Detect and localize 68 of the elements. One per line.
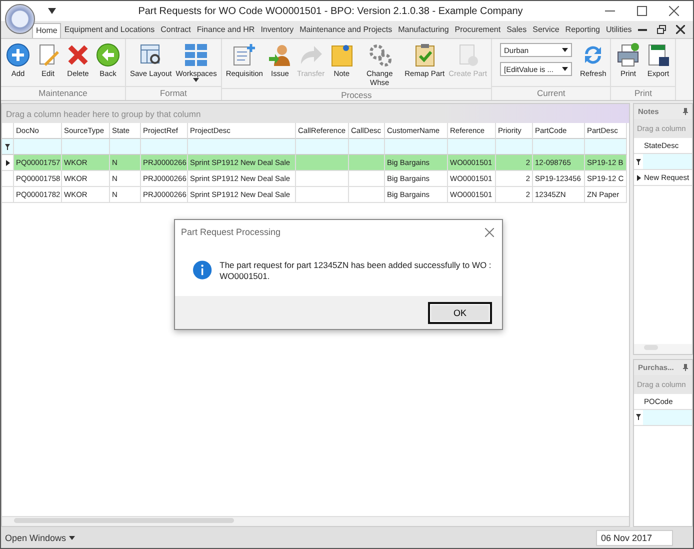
info-icon bbox=[193, 259, 212, 281]
ok-button[interactable]: OK bbox=[428, 302, 492, 324]
filter-cell[interactable] bbox=[141, 139, 188, 155]
plus-icon bbox=[5, 42, 31, 68]
restore-icon[interactable] bbox=[657, 25, 666, 34]
ribbon-tab[interactable]: Reporting bbox=[562, 23, 603, 38]
filter-cell[interactable] bbox=[349, 139, 385, 155]
ribbon-tab[interactable]: Utilities bbox=[602, 23, 635, 38]
filter-cell[interactable] bbox=[110, 139, 141, 155]
group-label: Print bbox=[611, 86, 676, 100]
close-icon[interactable] bbox=[485, 228, 494, 236]
filter-cell[interactable] bbox=[496, 139, 533, 155]
group-label: Maintenance bbox=[1, 86, 125, 100]
pin-icon[interactable] bbox=[683, 108, 688, 115]
filter-cell[interactable] bbox=[448, 139, 496, 155]
pin-icon[interactable] bbox=[683, 364, 688, 371]
current-row-icon bbox=[6, 160, 10, 166]
filter-cell[interactable] bbox=[296, 139, 349, 155]
workspaces-icon bbox=[183, 42, 210, 68]
dropdown-caret-icon[interactable] bbox=[48, 8, 56, 14]
filter-icon bbox=[5, 144, 10, 150]
ribbon-tab[interactable]: Inventory bbox=[258, 23, 297, 38]
window-title: Part Requests for WO Code WO0001501 - BPO: Version 2.1.0.38 - Example Company bbox=[137, 6, 524, 16]
caret-icon bbox=[562, 67, 568, 71]
group-label: Format bbox=[126, 86, 221, 100]
note-icon bbox=[328, 42, 355, 68]
table-cell bbox=[349, 187, 385, 203]
row-indicator[interactable] bbox=[2, 155, 14, 171]
dialog-title: Part Request Processing bbox=[181, 227, 281, 237]
back-icon bbox=[95, 42, 121, 68]
close-icon[interactable] bbox=[676, 25, 685, 34]
date-field[interactable]: 06 Nov 2017 bbox=[596, 530, 673, 546]
horizontal-scrollbar[interactable] bbox=[2, 516, 629, 526]
caret-icon bbox=[69, 536, 76, 540]
ribbon-tab[interactable]: Service bbox=[530, 23, 562, 38]
ribbon-tab[interactable]: Maintenance and Projects bbox=[296, 23, 396, 38]
print-icon bbox=[615, 42, 642, 68]
table-cell bbox=[349, 171, 385, 187]
table-cell bbox=[296, 187, 349, 203]
filter-icon bbox=[636, 414, 641, 420]
filter-cell[interactable] bbox=[643, 410, 692, 425]
filter-cell[interactable] bbox=[14, 139, 62, 155]
table-cell bbox=[296, 171, 349, 187]
filter-cell[interactable] bbox=[533, 139, 585, 155]
open-windows-menu[interactable]: Open Windows bbox=[5, 532, 76, 542]
filter-cell[interactable] bbox=[385, 139, 448, 155]
filter-cell[interactable] bbox=[585, 139, 627, 155]
ribbon-tab[interactable]: Home bbox=[32, 23, 62, 38]
ribbon-tab[interactable]: Procurement bbox=[452, 23, 504, 38]
ribbon-tab[interactable]: Equipment and Locations bbox=[61, 23, 158, 38]
filter-icon bbox=[636, 158, 641, 164]
dialog-message: The part request for part 12345ZN has been added successfully to WO : WO0001501. bbox=[220, 259, 492, 282]
table-cell bbox=[349, 155, 385, 171]
ribbon-tab[interactable]: Manufacturing bbox=[395, 23, 452, 38]
filter-cell[interactable] bbox=[188, 139, 296, 155]
ribbon-tab[interactable]: Finance and HR bbox=[194, 23, 258, 38]
horizontal-scrollbar[interactable] bbox=[634, 344, 692, 354]
maximize-icon[interactable] bbox=[637, 6, 647, 16]
ribbon-tab[interactable]: Contract bbox=[158, 23, 194, 38]
current-row-icon bbox=[636, 174, 640, 180]
caret-icon bbox=[562, 48, 568, 52]
filter-cell[interactable] bbox=[62, 139, 110, 155]
close-icon[interactable] bbox=[669, 6, 679, 16]
filter-cell[interactable] bbox=[643, 154, 692, 169]
table-cell bbox=[296, 155, 349, 171]
group-panel-hint: Drag a column header here to group by that column bbox=[6, 108, 201, 118]
ribbon-tab[interactable]: Sales bbox=[504, 23, 530, 38]
group-label: Current bbox=[492, 86, 610, 100]
